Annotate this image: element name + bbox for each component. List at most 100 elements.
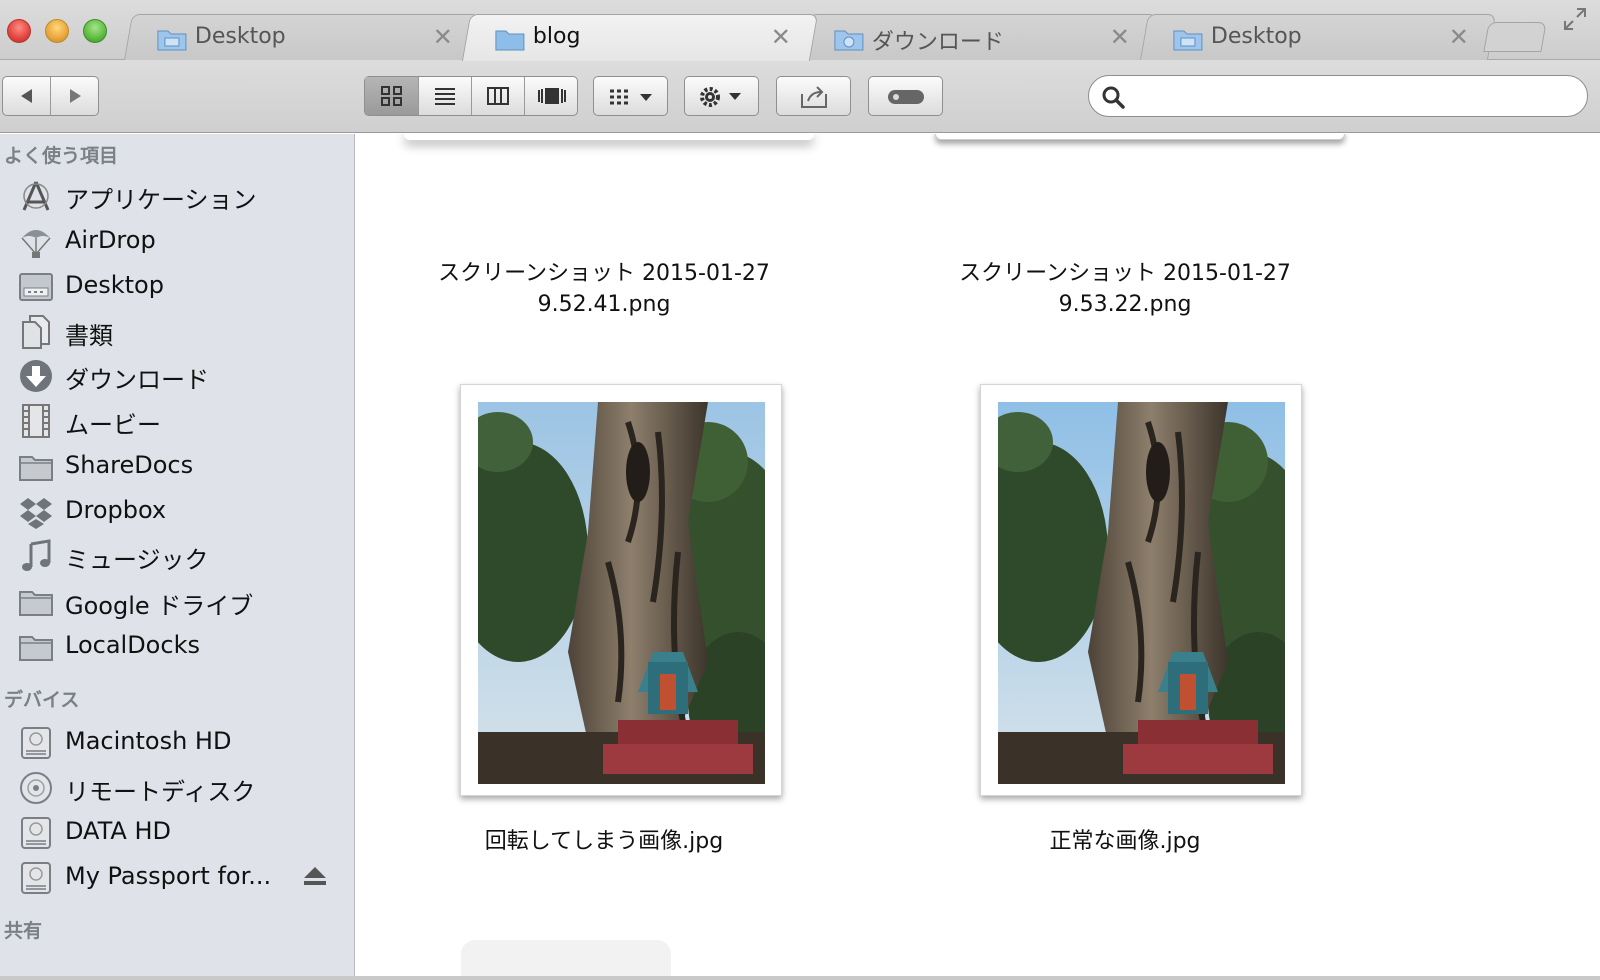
sidebar-item-label: ShareDocs (65, 451, 194, 479)
window-bottom-edge (0, 976, 1600, 980)
window-titlebar: Desktop ✕ blog ✕ ダウンロード ✕ Desktop ✕ (0, 0, 1600, 133)
list-view-button[interactable] (419, 77, 472, 115)
favorites-header: よく使う項目 (4, 145, 119, 167)
close-window-button[interactable] (7, 19, 31, 43)
tab-label: blog (532, 24, 581, 49)
toolbar (0, 60, 1600, 133)
tree-photo-thumbnail (998, 402, 1285, 784)
tab-label: Desktop (194, 24, 286, 49)
tag-icon (888, 90, 924, 104)
sidebar-item-label: Google ドライブ (65, 592, 254, 620)
sidebar-item-downloads[interactable]: ダウンロード (0, 354, 354, 398)
tab-desktop-2[interactable]: Desktop ✕ (1139, 14, 1497, 60)
tab-close-icon[interactable]: ✕ (771, 23, 791, 51)
tab-close-icon[interactable]: ✕ (433, 23, 453, 51)
back-button[interactable] (3, 77, 51, 115)
search-icon (1102, 86, 1125, 109)
sidebar-item-label: LocalDocks (65, 631, 200, 659)
back-arrow-icon (20, 89, 32, 103)
tab-close-icon[interactable]: ✕ (1449, 23, 1469, 51)
sidebar-item-localdocks[interactable]: LocalDocks (0, 625, 354, 669)
applications-icon (22, 181, 50, 211)
tab-downloads[interactable]: ダウンロード ✕ (800, 14, 1158, 60)
sidebar-item-label: Desktop (65, 271, 164, 299)
sidebar-item-dropbox[interactable]: Dropbox (0, 490, 354, 534)
sidebar-item-label: Dropbox (65, 496, 167, 524)
sidebar-item-google-drive[interactable]: Google ドライブ (0, 580, 354, 624)
thumbnail-partial (404, 134, 814, 140)
file-thumbnail[interactable] (980, 384, 1302, 796)
sidebar-item-applications[interactable]: アプリケーション (0, 174, 354, 218)
hard-drive-icon (21, 862, 51, 894)
fullscreen-icon[interactable] (1562, 6, 1588, 32)
sidebar-item-sharedocs[interactable]: ShareDocs (0, 445, 354, 489)
forward-arrow-icon (70, 89, 81, 103)
desktop-folder-icon (1173, 30, 1203, 51)
sidebar-item-desktop[interactable]: Desktop (0, 265, 354, 309)
list-view-icon (435, 88, 455, 105)
tab-label: Desktop (1210, 24, 1302, 49)
sidebar-item-my-passport[interactable]: My Passport for... (0, 856, 354, 900)
sidebar-item-macintosh-hd[interactable]: Macintosh HD (0, 721, 354, 765)
airdrop-icon (21, 230, 51, 258)
remote-disc-icon (20, 772, 52, 804)
arrange-button[interactable] (593, 76, 668, 116)
folder-icon (19, 591, 53, 616)
arrange-grid-icon (610, 89, 652, 105)
thumbnail-partial (935, 134, 1345, 140)
sidebar-item-remote-disc[interactable]: リモートディスク (0, 766, 354, 810)
file-name-line1: スクリーンショット 2015-01-27 (438, 261, 770, 286)
desktop-folder-icon (157, 30, 187, 51)
action-menu-button[interactable] (684, 76, 759, 116)
nav-buttons (2, 76, 99, 116)
devices-header: デバイス (4, 689, 80, 711)
folder-icon (19, 456, 53, 481)
file-item-label[interactable]: 正常な画像.jpg (940, 826, 1310, 857)
file-name-line2: 9.52.41.png (537, 292, 671, 317)
cover-flow-view-button[interactable] (525, 77, 578, 115)
tab-bar: Desktop ✕ blog ✕ ダウンロード ✕ Desktop ✕ (0, 0, 1600, 61)
forward-button[interactable] (51, 77, 99, 115)
tab-desktop-1[interactable]: Desktop ✕ (123, 14, 481, 60)
gear-icon (700, 87, 741, 107)
sidebar-item-label: ミュージック (65, 546, 209, 574)
sidebar-item-airdrop[interactable]: AirDrop (0, 220, 354, 264)
downloads-folder-icon (834, 30, 864, 51)
icon-view-button[interactable] (365, 77, 419, 115)
music-icon (22, 539, 51, 571)
sidebar-item-movies[interactable]: ムービー (0, 399, 354, 443)
zoom-window-button[interactable] (83, 19, 107, 43)
search-input[interactable] (1137, 82, 1567, 110)
file-item-label[interactable]: 回転してしまう画像.jpg (419, 826, 789, 857)
sidebar-item-label: ムービー (65, 411, 161, 439)
minimize-window-button[interactable] (45, 19, 69, 43)
sidebar-item-music[interactable]: ミュージック (0, 534, 354, 578)
hard-drive-icon (21, 727, 51, 759)
file-item-label[interactable]: スクリーンショット 2015-01-27 9.53.22.png (940, 258, 1310, 320)
new-tab-button[interactable] (1483, 22, 1547, 52)
column-view-button[interactable] (472, 77, 525, 115)
sidebar: よく使う項目 アプリケーション AirDrop Desktop 書類 ダウンロー… (0, 134, 355, 980)
file-item-label[interactable]: スクリーンショット 2015-01-27 9.52.41.png (419, 258, 789, 320)
sidebar-item-label: DATA HD (65, 817, 171, 845)
dropbox-icon (20, 498, 52, 529)
sidebar-item-documents[interactable]: 書類 (0, 310, 354, 354)
share-icon (801, 86, 827, 108)
file-name-line1: スクリーンショット 2015-01-27 (959, 261, 1291, 286)
sidebar-item-data-hd[interactable]: DATA HD (0, 811, 354, 855)
tab-close-icon[interactable]: ✕ (1110, 23, 1130, 51)
file-thumbnail[interactable] (460, 384, 782, 796)
sidebar-item-label: リモートディスク (65, 778, 256, 806)
sidebar-item-label: アプリケーション (65, 186, 257, 214)
edit-tags-button[interactable] (868, 76, 943, 116)
share-button[interactable] (776, 76, 851, 116)
documents-icon (22, 315, 50, 349)
hard-drive-icon (21, 817, 51, 849)
tab-blog[interactable]: blog ✕ (461, 14, 819, 61)
desktop-folder-icon (19, 273, 53, 301)
shared-header: 共有 (4, 920, 43, 942)
search-field[interactable] (1088, 75, 1588, 117)
eject-icon[interactable] (302, 864, 328, 888)
sidebar-item-label: Macintosh HD (65, 727, 232, 755)
sidebar-item-label: ダウンロード (65, 366, 209, 394)
